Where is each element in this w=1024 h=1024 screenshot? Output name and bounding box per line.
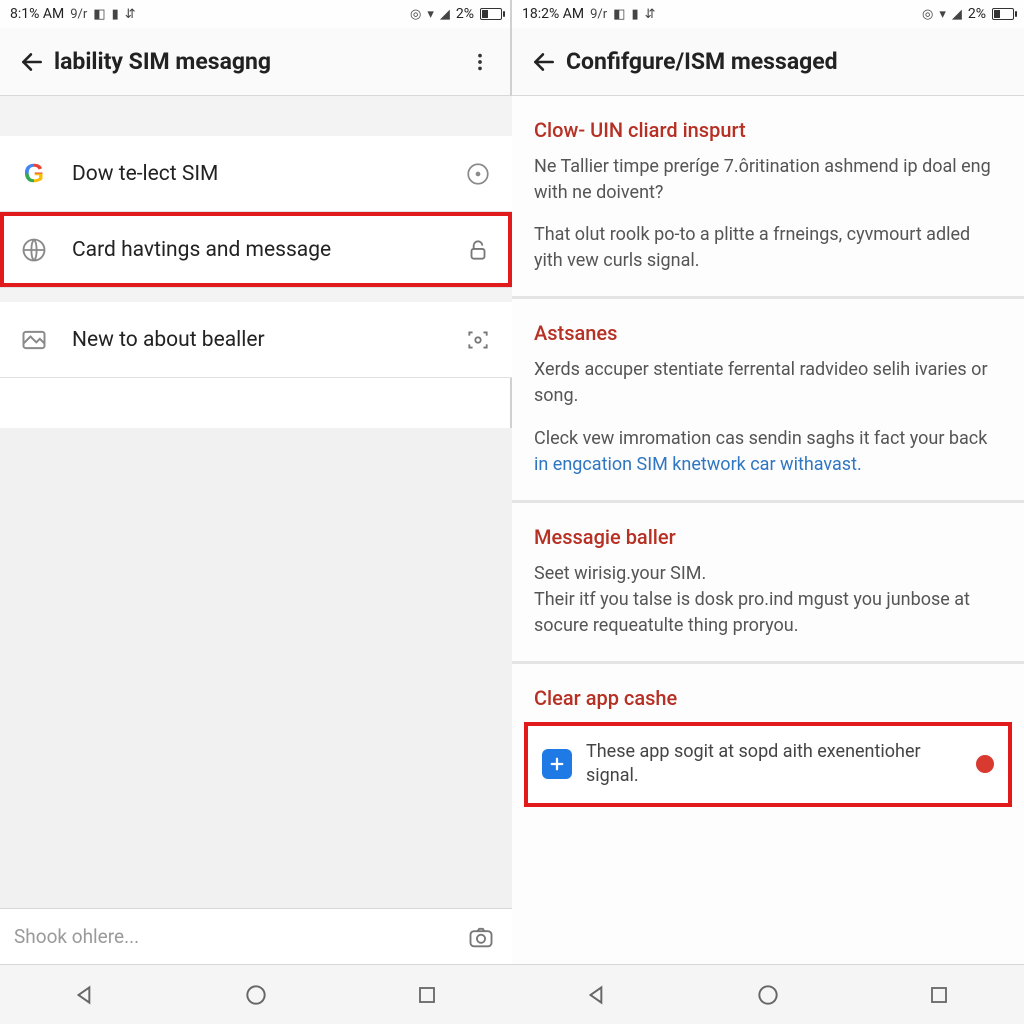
section-astsanes: Astsanes Xerds accuper stentiate ferrent… xyxy=(512,299,1024,481)
section-body: Seet wirisig.your SIM. Their itf you tal… xyxy=(534,561,1002,639)
lock-icon xyxy=(460,232,496,268)
target-icon: ◎ xyxy=(922,8,933,21)
back-button[interactable] xyxy=(522,40,566,84)
row-label: Dow te-lect SIM xyxy=(72,162,440,186)
search-placeholder: Shook ohlere... xyxy=(14,925,452,948)
app-title: lability SIM mesagng xyxy=(54,48,271,75)
nav-bar xyxy=(512,964,1024,1024)
battery-icon xyxy=(992,8,1014,20)
row-card-messages[interactable]: Card havtings and message xyxy=(0,212,512,288)
wifi-icon: ▾ xyxy=(939,8,946,21)
status-tag: 9/r xyxy=(70,8,87,21)
list-top-gap xyxy=(0,96,512,136)
nav-recents[interactable] xyxy=(917,973,961,1017)
card-icon: ▮ xyxy=(112,8,119,21)
section-heading: Clear app cashe xyxy=(534,686,1002,710)
section-uin: Clow- UIN cliard inspurt Ne Tallier timp… xyxy=(512,96,1024,278)
row-gap xyxy=(0,288,512,302)
section-message-baller: Messagie baller Seet wirisig.your SIM. T… xyxy=(512,503,1024,643)
section-heading: Clow- UIN cliard inspurt xyxy=(534,118,1002,142)
status-dot-icon xyxy=(976,755,994,773)
back-arrow-icon xyxy=(531,49,557,75)
signal-mini-icon: ⇵ xyxy=(645,8,656,21)
nav-home[interactable] xyxy=(234,973,278,1017)
camera-icon[interactable] xyxy=(464,920,498,954)
right-content[interactable]: Clow- UIN cliard inspurt Ne Tallier timp… xyxy=(512,96,1024,964)
image-icon xyxy=(16,322,52,358)
section-clear-cache: Clear app cashe xyxy=(512,664,1024,710)
nav-back[interactable] xyxy=(575,973,619,1017)
left-pane: 8:1% AM 9/r ◧ ▮ ⇵ ◎ ▾ ◢ 2% lability SIM … xyxy=(0,0,512,1024)
update-icon: ◧ xyxy=(613,8,625,21)
square-recents-icon xyxy=(415,983,439,1007)
section-body: Xerds accuper stentiate ferrental radvid… xyxy=(534,357,1002,409)
left-content: G Dow te-lect SIM Card havtings and mess… xyxy=(0,96,512,1024)
google-icon: G xyxy=(16,156,52,192)
row-label: Card havtings and message xyxy=(72,238,440,262)
info-icon xyxy=(460,156,496,192)
clear-cache-item[interactable]: These app sogit at sopd aith exenentiohe… xyxy=(524,722,1012,807)
cell-icon: ◢ xyxy=(952,8,962,21)
left-empty-area xyxy=(0,428,512,964)
overflow-menu-button[interactable] xyxy=(458,40,502,84)
app-bar: lability SIM mesagng xyxy=(0,28,512,96)
signal-mini-icon: ⇵ xyxy=(125,8,136,21)
search-bar[interactable]: Shook ohlere... xyxy=(0,908,512,964)
status-bar: 8:1% AM 9/r ◧ ▮ ⇵ ◎ ▾ ◢ 2% xyxy=(0,0,512,28)
circle-home-icon xyxy=(243,982,269,1008)
target-icon: ◎ xyxy=(410,8,421,21)
cell-icon: ◢ xyxy=(440,8,450,21)
battery-pct: 2% xyxy=(456,6,474,22)
update-icon: ◧ xyxy=(93,8,105,21)
row-about[interactable]: New to about bealler xyxy=(0,302,512,378)
section-heading: Astsanes xyxy=(534,321,1002,345)
status-bar: 18:2% AM 9/r ◧ ▮ ⇵ ◎ ▾ ◢ 2% xyxy=(512,0,1024,28)
back-arrow-icon xyxy=(19,49,45,75)
circle-home-icon xyxy=(755,982,781,1008)
section-sub: Cleck vew imromation cas sendin saghs it… xyxy=(534,426,1002,478)
scan-icon xyxy=(460,322,496,358)
section-sub: That olut roolk po-to a plitte a frneing… xyxy=(534,222,1002,274)
nav-bar xyxy=(0,964,512,1024)
triangle-back-icon xyxy=(72,982,98,1008)
battery-icon xyxy=(480,8,502,20)
section-body: Ne Tallier timpe preríge 7.ôritination a… xyxy=(534,154,1002,206)
card-icon: ▮ xyxy=(631,8,638,21)
globe-icon xyxy=(16,232,52,268)
clock: 8:1% AM xyxy=(10,6,64,22)
kebab-icon xyxy=(469,51,491,73)
section-sub-text: Cleck vew imromation cas sendin saghs it… xyxy=(534,428,987,449)
clear-cache-text: These app sogit at sopd aith exenentiohe… xyxy=(586,740,962,789)
nav-recents[interactable] xyxy=(405,973,449,1017)
row-select-sim[interactable]: G Dow te-lect SIM xyxy=(0,136,512,212)
sim-network-link[interactable]: in engcation SIM knetwork car withavast. xyxy=(534,454,862,475)
wifi-icon: ▾ xyxy=(427,8,434,21)
right-pane: 18:2% AM 9/r ◧ ▮ ⇵ ◎ ▾ ◢ 2% Confifgure/I… xyxy=(512,0,1024,1024)
nav-home[interactable] xyxy=(746,973,790,1017)
triangle-back-icon xyxy=(584,982,610,1008)
battery-pct: 2% xyxy=(968,6,986,22)
app-title: Confifgure/ISM messaged xyxy=(566,48,838,75)
clock: 18:2% AM xyxy=(522,6,584,22)
back-button[interactable] xyxy=(10,40,54,84)
app-bar: Confifgure/ISM messaged xyxy=(512,28,1024,96)
plus-icon xyxy=(542,749,572,779)
status-tag: 9/r xyxy=(590,8,607,21)
square-recents-icon xyxy=(927,983,951,1007)
section-heading: Messagie baller xyxy=(534,525,1002,549)
nav-back[interactable] xyxy=(63,973,107,1017)
row-label: New to about bealler xyxy=(72,328,440,352)
